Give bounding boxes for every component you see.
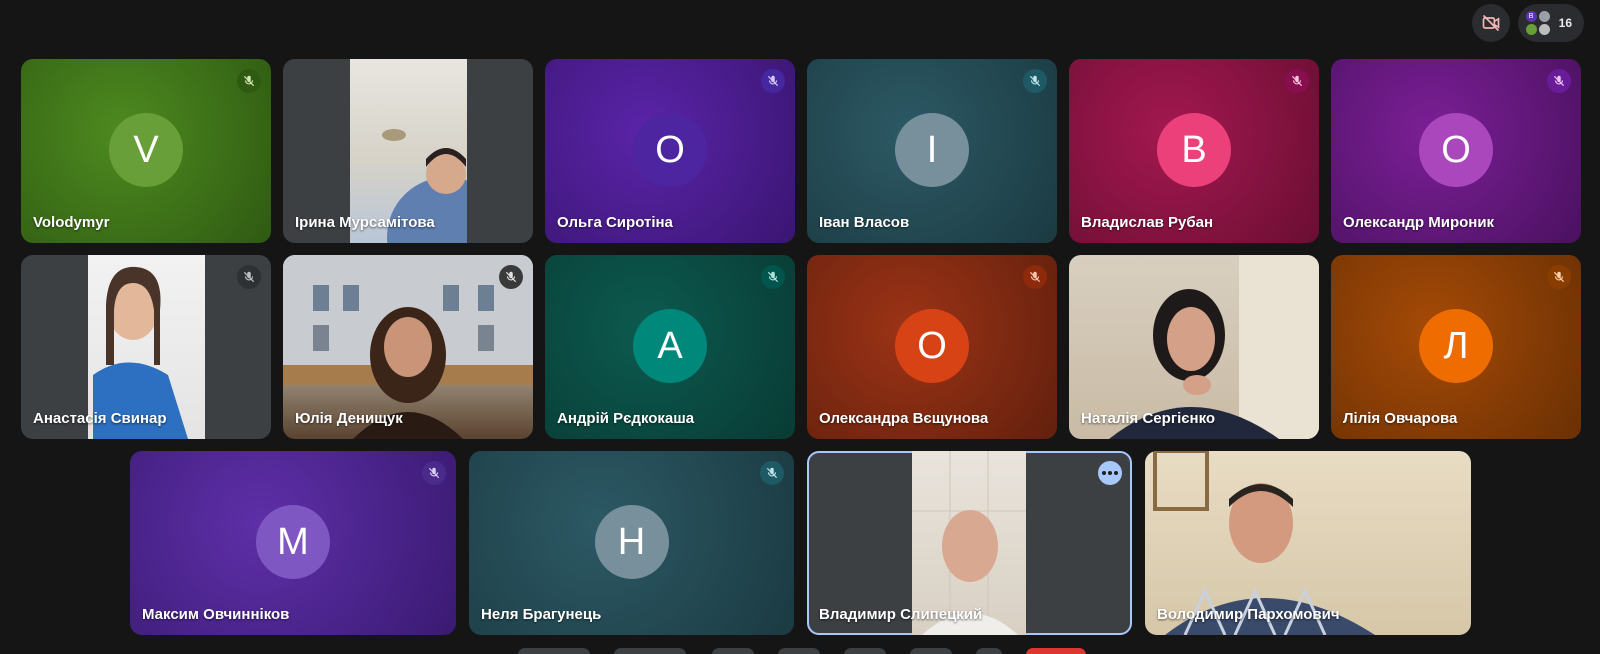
participant-tile[interactable]: О Ольга Сиротіна <box>545 59 795 243</box>
participant-tile[interactable]: Володимир Пархомович <box>1145 451 1471 635</box>
participant-tile[interactable]: Л Лілія Овчарова <box>1331 255 1581 439</box>
participant-name: Олександра Вєщунова <box>819 410 989 427</box>
participant-name: Іван Власов <box>819 214 910 231</box>
participant-tile[interactable]: Н Неля Брагунець <box>469 451 794 635</box>
muted-mic-icon <box>761 265 785 289</box>
participant-avatar: Н <box>594 505 669 579</box>
mini-avatar: В <box>1525 10 1537 22</box>
participant-name: Юлія Денищук <box>295 410 403 427</box>
participant-name: Олександр Мироник <box>1343 214 1495 231</box>
participant-tile[interactable]: О Олександра Вєщунова <box>807 255 1057 439</box>
participant-tile[interactable]: Анастасія Свинар <box>21 255 271 439</box>
participant-name: Лілія Овчарова <box>1343 410 1458 427</box>
toolbar-button[interactable] <box>778 648 820 654</box>
participant-tile[interactable]: Наталія Сергієнко <box>1069 255 1319 439</box>
muted-mic-icon <box>237 69 261 93</box>
participant-avatar: В <box>1157 113 1231 187</box>
participant-name: Volodymyr <box>33 214 110 231</box>
participant-name: Владимир Слипецкий <box>819 606 983 623</box>
participant-name: Володимир Пархомович <box>1157 606 1340 623</box>
participant-name: Ірина Мурсамітова <box>295 214 435 231</box>
toolbar-button[interactable] <box>844 648 886 654</box>
more-options-button[interactable] <box>1098 461 1122 485</box>
participant-avatar: V <box>109 113 183 187</box>
participant-tile[interactable]: V Volodymyr <box>21 59 271 243</box>
muted-mic-icon <box>1285 69 1309 93</box>
participant-name: Анастасія Свинар <box>33 410 167 427</box>
participant-name: Неля Брагунець <box>481 606 602 623</box>
participant-tile[interactable]: Юлія Денищук <box>283 255 533 439</box>
participant-tile[interactable]: Владимир Слипецкий <box>807 451 1132 635</box>
toolbar-button[interactable] <box>614 648 686 654</box>
mini-avatar <box>1538 10 1550 22</box>
toolbar-button[interactable] <box>518 648 590 654</box>
muted-mic-icon <box>1023 69 1047 93</box>
participant-tile[interactable]: О Олександр Мироник <box>1331 59 1581 243</box>
participant-avatar: І <box>895 113 969 187</box>
toolbar-button[interactable] <box>910 648 952 654</box>
camera-off-icon <box>1482 14 1499 32</box>
bottom-toolbar-edge <box>0 644 1600 654</box>
top-controls: В 16 <box>1471 4 1584 42</box>
leave-call-button[interactable] <box>1026 648 1086 654</box>
muted-mic-icon <box>760 461 784 485</box>
participant-name: Максим Овчинніков <box>142 606 290 623</box>
more-dot <box>1114 471 1118 475</box>
toolbar-button[interactable] <box>712 648 754 654</box>
camera-off-indicator-button[interactable] <box>1471 4 1510 42</box>
toolbar-button[interactable] <box>976 648 1002 654</box>
muted-mic-icon <box>761 69 785 93</box>
muted-mic-icon <box>422 461 446 485</box>
participant-name: Наталія Сергієнко <box>1081 410 1216 427</box>
muted-mic-icon <box>499 265 523 289</box>
more-dot <box>1102 471 1106 475</box>
participant-avatar: А <box>633 309 707 383</box>
participant-tile[interactable]: Ірина Мурсамітова <box>283 59 533 243</box>
muted-mic-icon <box>1023 265 1047 289</box>
participant-tile[interactable]: І Іван Власов <box>807 59 1057 243</box>
participant-name: Владислав Рубан <box>1081 214 1214 231</box>
participant-name: Андрій Рєдкокаша <box>557 410 695 427</box>
participant-avatar: О <box>895 309 969 383</box>
participant-avatar: М <box>256 505 330 579</box>
participants-avatars: В <box>1525 10 1551 36</box>
muted-mic-icon <box>1547 265 1571 289</box>
participants-button[interactable]: В 16 <box>1517 4 1584 42</box>
participant-tile[interactable]: А Андрій Рєдкокаша <box>545 255 795 439</box>
participant-avatar: Л <box>1419 309 1493 383</box>
muted-mic-icon <box>1547 69 1571 93</box>
mini-avatar <box>1525 23 1537 35</box>
participant-tile[interactable]: В Владислав Рубан <box>1069 59 1319 243</box>
mini-avatar <box>1538 23 1550 35</box>
participant-tile[interactable]: М Максим Овчинніков <box>130 451 456 635</box>
participant-avatar: О <box>1419 113 1493 187</box>
participant-avatar: О <box>633 113 707 187</box>
more-dot <box>1108 471 1112 475</box>
muted-mic-icon <box>237 265 261 289</box>
participant-name: Ольга Сиротіна <box>557 214 673 231</box>
meeting-stage: В 16 V Volodymyr Ірина Мурсамітова О Оль… <box>0 0 1600 654</box>
participants-count: 16 <box>1558 16 1572 30</box>
